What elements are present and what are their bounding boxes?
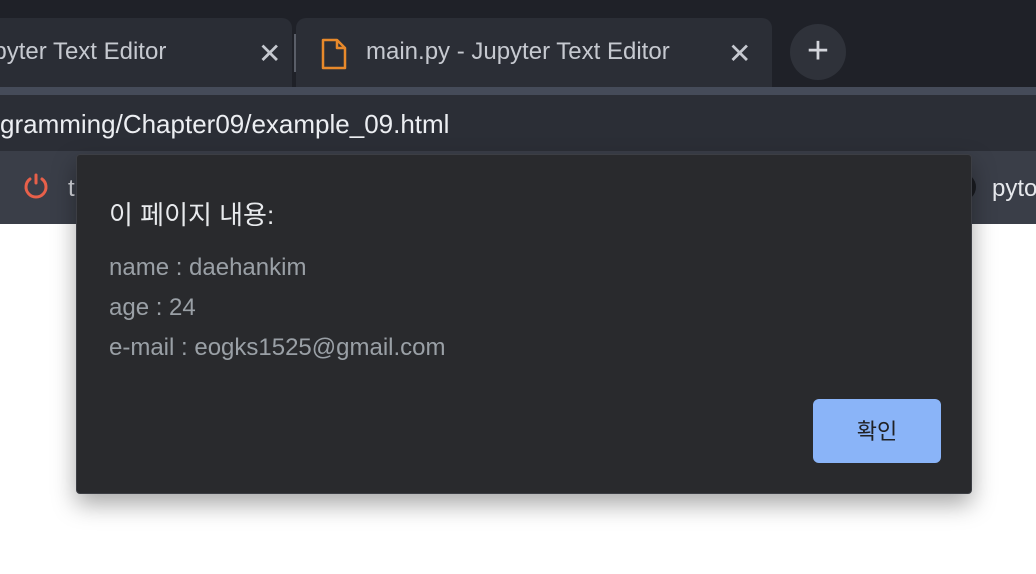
tab-jupyter-text-editor[interactable]: upyter Text Editor ✕: [0, 18, 292, 87]
dialog-line-age: age : 24: [109, 294, 196, 321]
dialog-message: name : daehankim age : 24 e-mail : eogks…: [109, 253, 446, 373]
tab-main-py[interactable]: main.py - Jupyter Text Editor ✕: [296, 18, 772, 87]
dialog-line-name: name : daehankim: [109, 254, 307, 281]
tab-strip: upyter Text Editor ✕ main.py - Jupyter T…: [0, 0, 1036, 87]
dialog-line-email: e-mail : eogks1525@gmail.com: [109, 334, 446, 361]
browser-window: upyter Text Editor ✕ main.py - Jupyter T…: [0, 0, 1036, 574]
close-icon[interactable]: ✕: [728, 40, 751, 68]
dialog-title: 이 페이지 내용:: [109, 200, 275, 230]
plus-icon[interactable]: +: [790, 24, 846, 80]
address-bar[interactable]: gramming/Chapter09/example_09.html: [0, 87, 1036, 151]
tab-title: upyter Text Editor: [0, 38, 167, 65]
bookmark-label[interactable]: pyto: [992, 175, 1036, 203]
tab-title: main.py - Jupyter Text Editor: [366, 38, 670, 65]
power-icon[interactable]: [22, 173, 50, 201]
toolbar-divider: [0, 87, 1036, 95]
close-icon[interactable]: ✕: [258, 40, 281, 68]
ok-button[interactable]: 확인: [813, 399, 941, 463]
file-icon: [321, 38, 347, 70]
url-text[interactable]: gramming/Chapter09/example_09.html: [0, 109, 449, 140]
alert-dialog: 이 페이지 내용: name : daehankim age : 24 e-ma…: [76, 154, 972, 494]
bookmark-label[interactable]: t: [68, 175, 75, 203]
